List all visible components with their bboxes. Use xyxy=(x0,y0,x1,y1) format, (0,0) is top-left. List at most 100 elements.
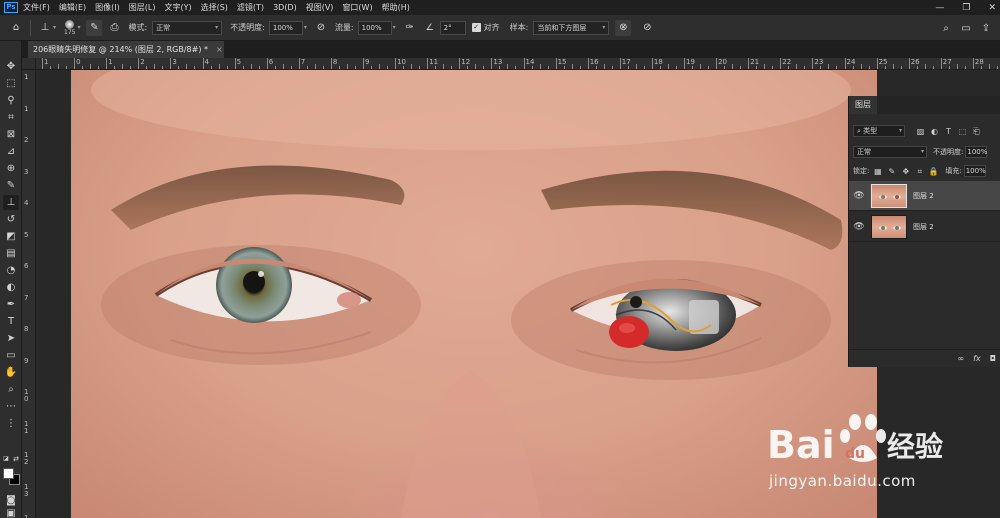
layer-name[interactable]: 图层 2 xyxy=(913,191,934,201)
menu-window[interactable]: 窗口(W) xyxy=(342,2,372,13)
lock-position-icon[interactable]: ✥ xyxy=(900,166,911,177)
brush-preset-picker[interactable]: 175 xyxy=(64,19,75,36)
menu-type[interactable]: 文字(Y) xyxy=(164,2,191,13)
path-selection-tool-icon[interactable]: ➤ xyxy=(3,331,19,346)
horizontal-ruler[interactable]: 1 0 1 2 3 4 5 6 7 8 9 10 11 12 13 14 15 16 17 18 19 20 21 22 23 2… xyxy=(36,58,1000,70)
vertical-ruler[interactable]: 11234567891 01 11 21 31 4 xyxy=(22,58,36,518)
layers-tab[interactable]: 图层 xyxy=(849,96,877,114)
document-tab[interactable]: 206眼睛失明修复 @ 214% (图层 2, RGB/8#) * × xyxy=(28,41,224,58)
visibility-eye-icon[interactable]: 👁 xyxy=(849,191,869,201)
align-checkbox[interactable]: ✓ xyxy=(471,23,481,32)
filter-type-icon[interactable]: T xyxy=(943,126,954,137)
healing-brush-tool-icon[interactable]: ⊕ xyxy=(3,161,19,176)
crop-tool-icon[interactable]: ⌗ xyxy=(3,110,19,125)
menu-select[interactable]: 选择(S) xyxy=(201,2,228,13)
flow-input[interactable]: 100% xyxy=(357,20,392,35)
quick-selection-tool-icon[interactable]: ⚲ xyxy=(3,93,19,108)
minimize-icon[interactable]: — xyxy=(935,3,944,13)
angle-input[interactable]: 2° xyxy=(439,20,466,35)
more-tools-icon[interactable]: ⋯ xyxy=(3,399,19,414)
filter-shape-icon[interactable]: ⬚ xyxy=(957,126,968,137)
lock-all-icon[interactable]: 🔒 xyxy=(928,166,939,177)
screen-mode-icon[interactable]: ▣ xyxy=(3,509,19,518)
airbrush-icon[interactable]: ✑ xyxy=(402,20,418,36)
menu-help[interactable]: 帮助(H) xyxy=(382,2,410,13)
pressure-opacity-icon[interactable]: ⊘ xyxy=(313,20,329,36)
menu-layer[interactable]: 图层(L) xyxy=(129,2,156,13)
add-mask-icon[interactable]: ◘ xyxy=(990,354,996,363)
foreground-color-swatch[interactable] xyxy=(3,468,14,479)
rectangle-tool-icon[interactable]: ▭ xyxy=(3,348,19,363)
search-icon[interactable]: ⌕ xyxy=(938,20,954,36)
lock-fill-row: 锁定: ▦ ✎ ✥ ⌗ 🔒 填充: 100% xyxy=(849,165,1000,177)
swap-colors-icon[interactable]: ⇄ xyxy=(11,454,21,464)
chevron-down-icon[interactable]: ▾ xyxy=(77,24,80,31)
filter-adjustment-icon[interactable]: ◐ xyxy=(929,126,940,137)
lock-image-icon[interactable]: ✎ xyxy=(886,166,897,177)
brush-settings-icon[interactable]: ✎ xyxy=(86,19,103,36)
edit-toolbar-icon[interactable]: ⋮ xyxy=(3,416,19,431)
lock-artboard-icon[interactable]: ⌗ xyxy=(914,166,925,177)
pressure-size-icon[interactable]: ⊘ xyxy=(639,20,655,36)
ruler-tick xyxy=(876,58,878,69)
eyedropper-tool-icon[interactable]: ⊿ xyxy=(3,144,19,159)
ruler-label: 15 xyxy=(557,58,567,66)
fill-input[interactable]: 100% xyxy=(963,165,986,177)
document-tab-bar: 206眼睛失明修复 @ 214% (图层 2, RGB/8#) * × xyxy=(22,41,1000,58)
menu-image[interactable]: 图像(I) xyxy=(95,2,120,13)
filter-smart-object-icon[interactable]: ⎗ xyxy=(971,126,982,137)
history-brush-tool-icon[interactable]: ↺ xyxy=(3,212,19,227)
close-tab-icon[interactable]: × xyxy=(216,45,223,54)
quick-mask-icon[interactable]: ◙ xyxy=(3,493,19,508)
lock-transparent-icon[interactable]: ▦ xyxy=(872,166,883,177)
workspace-icon[interactable]: ▭ xyxy=(958,20,974,36)
chevron-down-icon[interactable]: ▾ xyxy=(393,24,396,31)
ignore-adjustment-layers-icon[interactable]: ⊗ xyxy=(615,19,632,36)
restore-icon[interactable]: ❐ xyxy=(962,3,970,13)
link-layers-icon[interactable]: ∞ xyxy=(957,354,964,363)
blend-mode-select[interactable]: 正常 ▾ xyxy=(853,146,927,158)
dodge-tool-icon[interactable]: ◐ xyxy=(3,280,19,295)
chevron-down-icon: ▾ xyxy=(602,23,606,31)
hand-tool-icon[interactable]: ✋ xyxy=(3,365,19,380)
fx-icon[interactable]: fx xyxy=(973,354,981,363)
ruler-tick xyxy=(363,58,364,69)
menu-file[interactable]: 文件(F) xyxy=(23,2,50,13)
gradient-tool-icon[interactable]: ▤ xyxy=(3,246,19,261)
canvas-image[interactable] xyxy=(71,70,877,518)
default-colors-icon[interactable]: ◪ xyxy=(1,454,11,464)
move-tool-icon[interactable]: ✥ xyxy=(3,59,19,74)
brush-tool-icon[interactable]: ✎ xyxy=(3,178,19,193)
menu-3d[interactable]: 3D(D) xyxy=(273,3,297,12)
sample-select[interactable]: 当前和下方图层 ▾ xyxy=(533,20,610,35)
marquee-tool-icon[interactable]: ⬚ xyxy=(3,76,19,91)
pen-tool-icon[interactable]: ✒ xyxy=(3,297,19,312)
layer-row[interactable]: 👁 图层 2 xyxy=(849,212,1000,242)
ruler-label: 7 xyxy=(300,58,306,66)
menu-filter[interactable]: 滤镜(T) xyxy=(237,2,264,13)
clone-stamp-tool-icon[interactable]: ⊥ xyxy=(3,195,19,210)
menu-view[interactable]: 视图(V) xyxy=(306,2,334,13)
zoom-tool-icon[interactable]: ⌕ xyxy=(3,382,19,397)
chevron-down-icon[interactable]: ▾ xyxy=(53,24,56,31)
menu-edit[interactable]: 编辑(E) xyxy=(59,2,86,13)
layer-opacity-input[interactable]: 100% xyxy=(965,146,987,158)
type-tool-icon[interactable]: T xyxy=(3,314,19,329)
close-window-icon[interactable]: ✕ xyxy=(988,3,996,13)
ruler-tick xyxy=(314,64,316,69)
chevron-down-icon[interactable]: ▾ xyxy=(304,24,307,31)
layer-filter-select[interactable]: ⌕ 类型 ▾ xyxy=(853,125,905,137)
eraser-tool-icon[interactable]: ◩ xyxy=(3,229,19,244)
filter-pixel-icon[interactable]: ▨ xyxy=(915,126,926,137)
share-icon[interactable]: ⇪ xyxy=(978,20,994,36)
layer-name[interactable]: 图层 2 xyxy=(913,222,934,232)
clone-stamp-tool-preset-icon[interactable]: ⊥ xyxy=(37,20,53,36)
clone-source-icon[interactable]: ⎙ xyxy=(106,20,122,36)
blur-tool-icon[interactable]: ◔ xyxy=(3,263,19,278)
home-icon[interactable]: ⌂ xyxy=(8,20,24,36)
opacity-input[interactable]: 100% xyxy=(268,20,303,35)
frame-tool-icon[interactable]: ⊠ xyxy=(3,127,19,142)
visibility-eye-icon[interactable]: 👁 xyxy=(849,222,869,232)
layer-row[interactable]: 👁 图层 2 xyxy=(849,181,1000,211)
mode-select[interactable]: 正常 ▾ xyxy=(152,20,223,35)
